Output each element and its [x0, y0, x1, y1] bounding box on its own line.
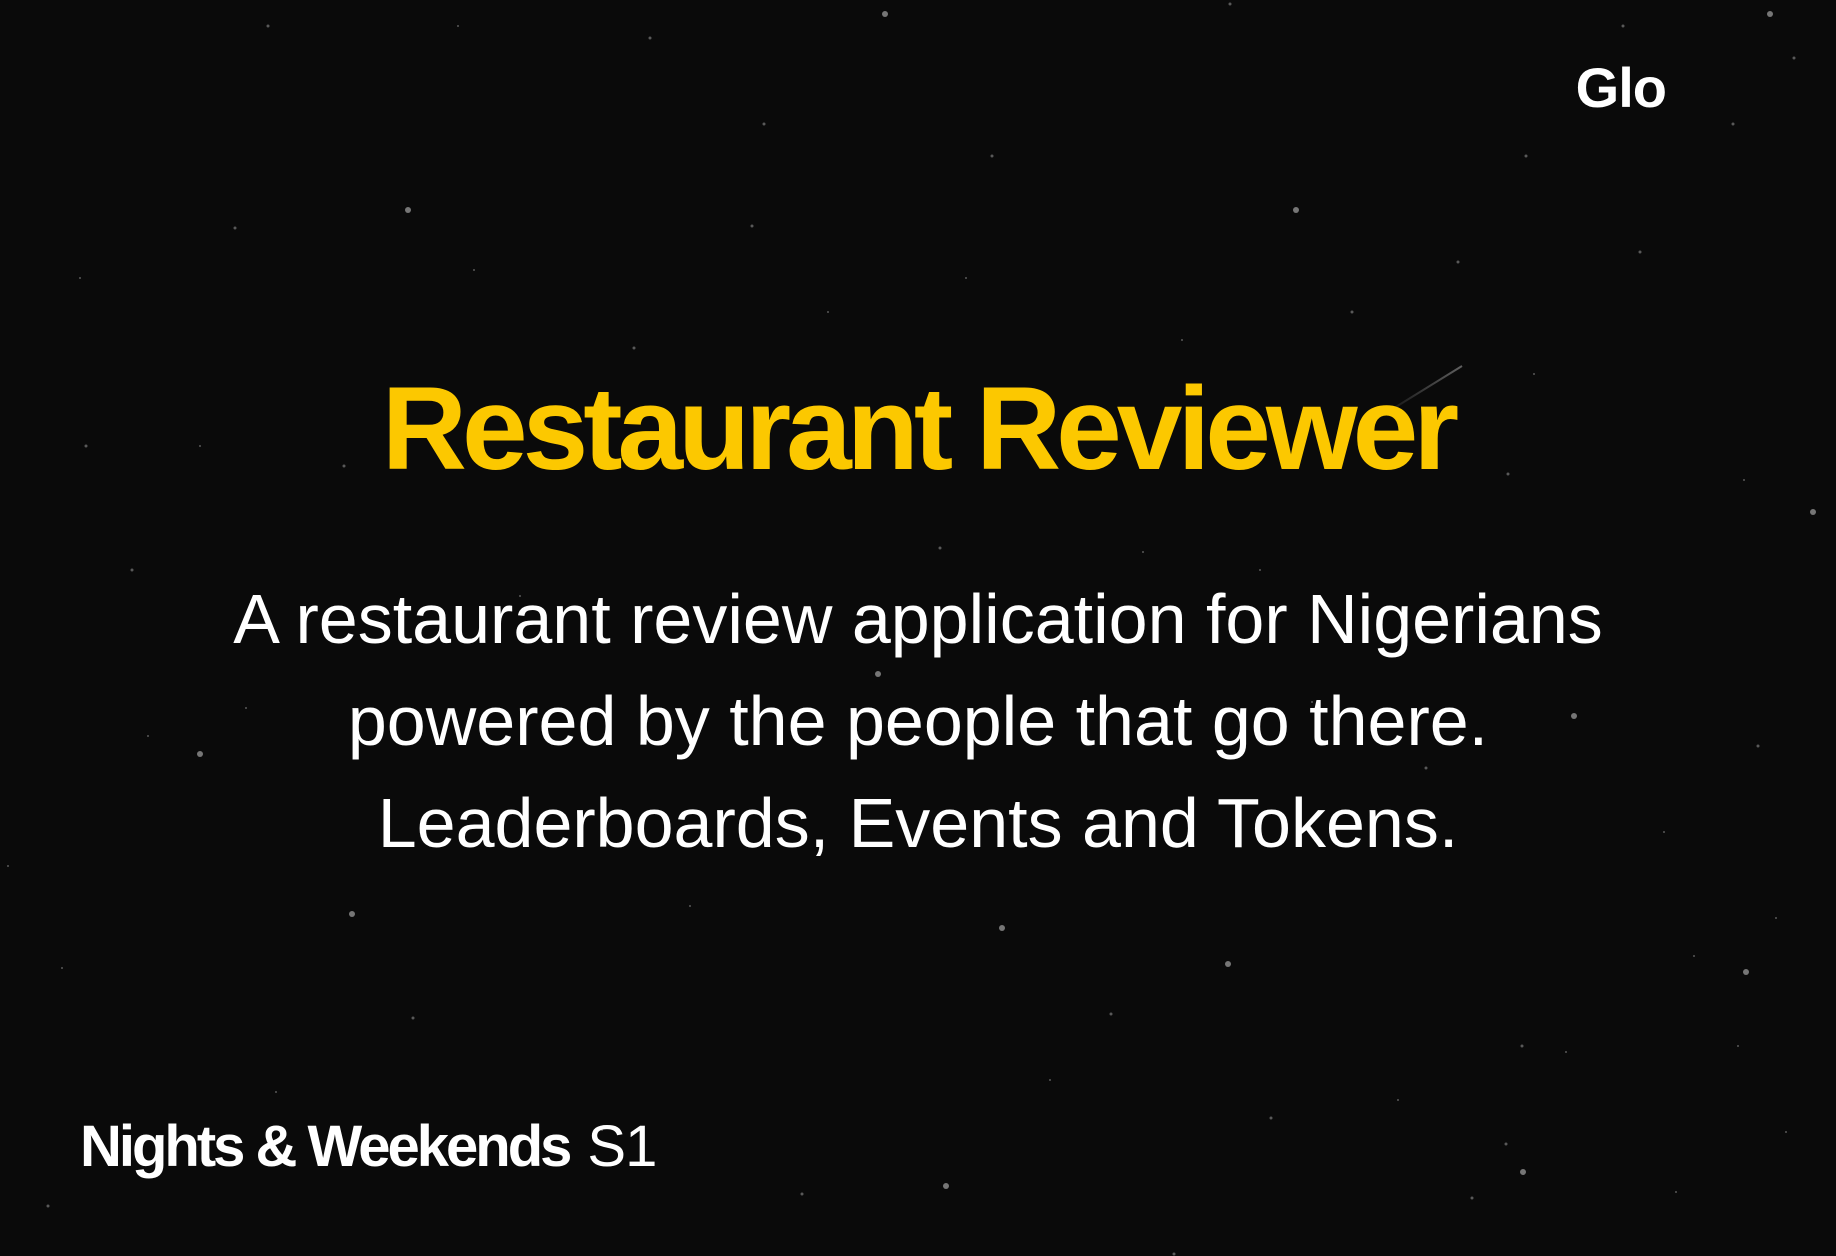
star: [1785, 1131, 1787, 1133]
brand-name: Nights & Weekends: [80, 1114, 572, 1179]
star: [750, 224, 754, 228]
star: [349, 911, 355, 917]
star: [61, 967, 63, 969]
star: [648, 36, 652, 40]
project-description: A restaurant review application for Nige…: [233, 580, 1603, 862]
star: [1520, 1044, 1524, 1048]
project-title: Restaurant Reviewer: [381, 363, 1459, 495]
star: [1109, 1012, 1113, 1016]
star: [457, 25, 459, 27]
star: [1638, 250, 1642, 254]
star: [1810, 509, 1816, 515]
star: [990, 154, 994, 158]
star: [1775, 917, 1777, 919]
star: [411, 1016, 415, 1020]
star: [827, 311, 829, 313]
star: [938, 546, 942, 550]
star: [1792, 56, 1796, 60]
star: [1767, 11, 1773, 17]
star: [7, 865, 9, 867]
star: [1181, 339, 1183, 341]
star: [1524, 154, 1528, 158]
star: [999, 925, 1005, 931]
star: [1756, 744, 1760, 748]
slide-canvas: Glo Restaurant Reviewer A restaurant rev…: [0, 0, 1836, 1256]
star: [266, 24, 270, 28]
nights-weekends-logo: Nights & Weekends S1: [80, 1118, 657, 1176]
star: [1172, 1252, 1176, 1256]
star: [1397, 1099, 1399, 1101]
star: [762, 122, 766, 126]
star: [1621, 24, 1625, 28]
star: [405, 207, 411, 213]
star: [1565, 1051, 1567, 1053]
star: [1350, 310, 1354, 314]
team-name: Glo: [1575, 56, 1667, 119]
star: [1228, 2, 1232, 6]
star: [473, 269, 475, 271]
star: [147, 735, 149, 737]
star: [965, 277, 967, 279]
star: [1142, 551, 1144, 553]
star: [275, 1091, 277, 1093]
star: [1737, 1045, 1739, 1047]
star: [233, 226, 237, 230]
star: [800, 1192, 804, 1196]
star: [1504, 1142, 1508, 1146]
star: [1225, 961, 1231, 967]
star: [130, 568, 134, 572]
star: [1520, 1169, 1526, 1175]
star: [1269, 1116, 1273, 1120]
star: [46, 1204, 50, 1208]
star: [1743, 969, 1749, 975]
star: [1470, 1196, 1474, 1200]
star: [689, 905, 691, 907]
brand-season: S1: [587, 1114, 657, 1179]
star: [882, 11, 888, 17]
star: [1675, 1191, 1677, 1193]
star: [1456, 260, 1460, 264]
star: [1293, 207, 1299, 213]
star: [632, 346, 636, 350]
star: [1049, 1079, 1051, 1081]
star: [1731, 122, 1735, 126]
star: [943, 1183, 949, 1189]
star: [79, 277, 81, 279]
star: [1693, 955, 1695, 957]
